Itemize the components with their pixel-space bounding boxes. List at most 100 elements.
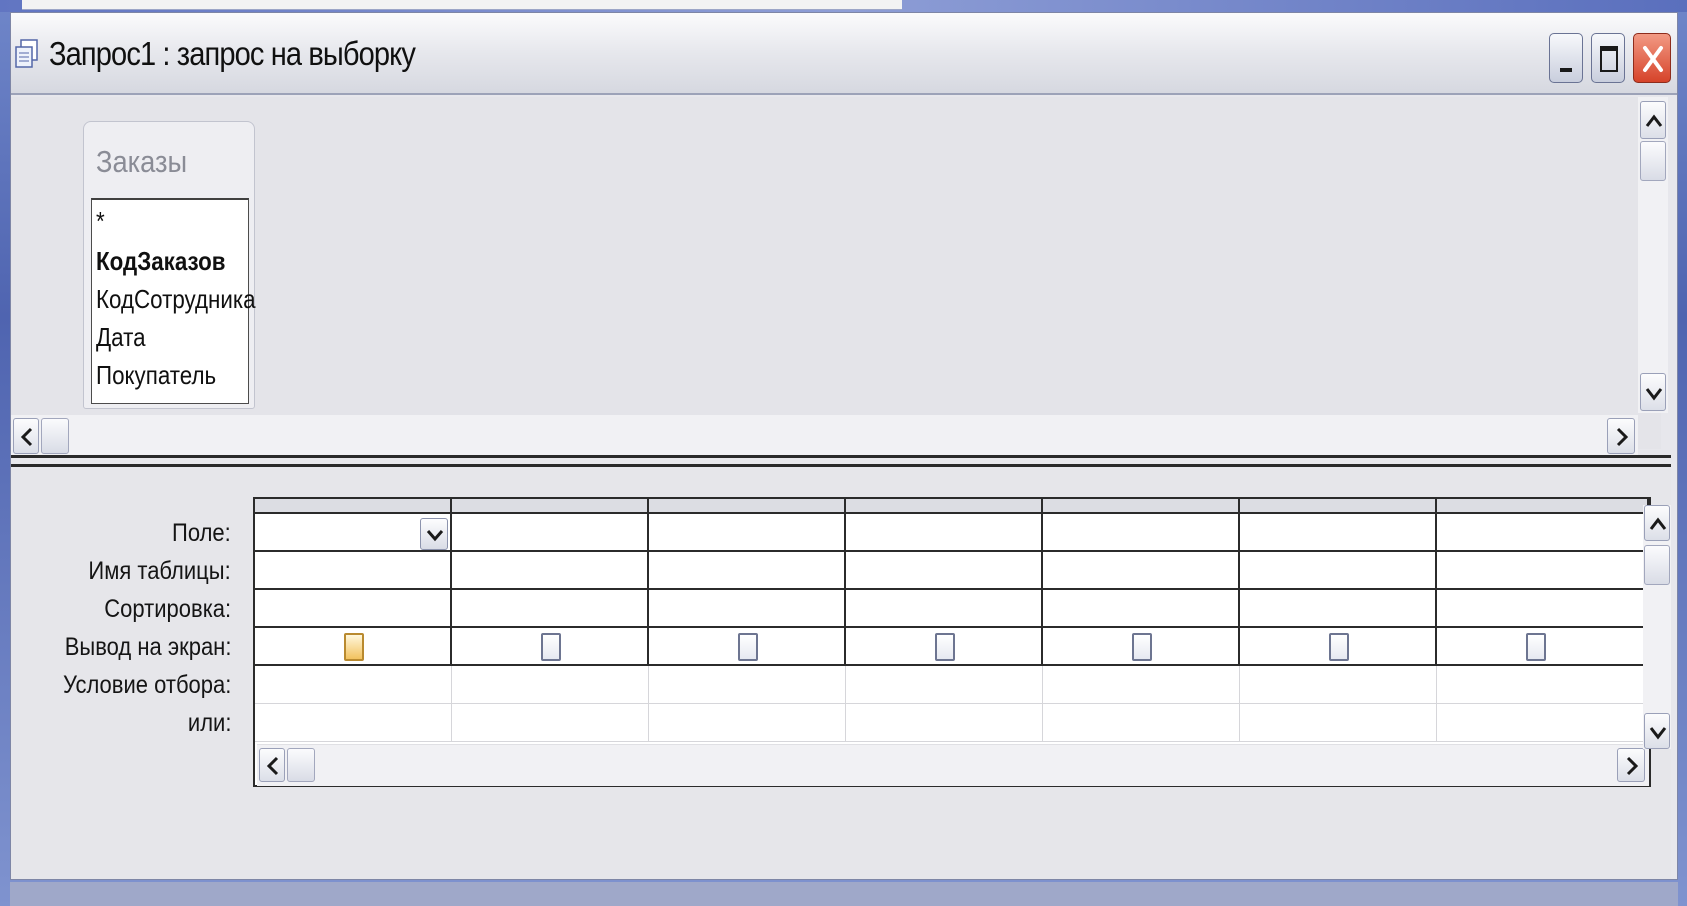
grid-cell-criteria[interactable] <box>255 666 452 704</box>
column-selector[interactable] <box>1437 499 1649 514</box>
column-selector[interactable] <box>1240 499 1437 514</box>
grid-cell-or[interactable] <box>452 704 649 742</box>
row-label-table: Имя таблицы: <box>88 557 231 585</box>
title-bar[interactable]: Запрос1 : запрос на выборку <box>11 13 1677 95</box>
scroll-left-button[interactable] <box>13 418 39 454</box>
grid-cell-table[interactable] <box>649 552 846 590</box>
column-selector[interactable] <box>846 499 1043 514</box>
grid-cell-or[interactable] <box>255 704 452 742</box>
grid-cell-field[interactable] <box>846 514 1043 552</box>
grid-cell-table[interactable] <box>1240 552 1437 590</box>
scroll-right-button[interactable] <box>1607 418 1635 454</box>
grid-cell-sort[interactable] <box>1043 590 1240 628</box>
show-checkbox[interactable] <box>738 633 758 661</box>
pane-splitter[interactable] <box>11 455 1671 467</box>
scroll-thumb[interactable] <box>1644 545 1670 585</box>
grid-cell-sort[interactable] <box>649 590 846 628</box>
scroll-up-button[interactable] <box>1644 505 1670 541</box>
grid-cell-show[interactable] <box>452 628 649 666</box>
grid-cell-criteria[interactable] <box>452 666 649 704</box>
table-name: Заказы <box>96 144 188 179</box>
close-button[interactable] <box>1633 33 1671 83</box>
grid-cell-sort[interactable] <box>255 590 452 628</box>
column-selector[interactable] <box>649 499 846 514</box>
show-checkbox[interactable] <box>1132 633 1152 661</box>
row-label-show: Вывод на экран: <box>64 633 231 661</box>
query-design-grid <box>253 497 1651 787</box>
grid-cell-sort[interactable] <box>452 590 649 628</box>
field-item[interactable]: КодЗаказов <box>96 246 226 277</box>
grid-cell-or[interactable] <box>1437 704 1649 742</box>
scroll-thumb[interactable] <box>1640 141 1666 181</box>
show-checkbox[interactable] <box>1329 633 1349 661</box>
show-checkbox[interactable] <box>935 633 955 661</box>
grid-cell-criteria[interactable] <box>1240 666 1437 704</box>
field-all[interactable]: * <box>96 206 105 237</box>
show-checkbox[interactable] <box>541 633 561 661</box>
grid-cell-show[interactable] <box>1043 628 1240 666</box>
scroll-down-button[interactable] <box>1644 713 1670 749</box>
scroll-right-button[interactable] <box>1617 748 1645 782</box>
scroll-down-button[interactable] <box>1640 373 1666 411</box>
grid-cell-table[interactable] <box>255 552 452 590</box>
grid-cell-or[interactable] <box>1043 704 1240 742</box>
grid-cell-field[interactable] <box>255 514 452 552</box>
field-item[interactable]: Дата <box>96 322 146 353</box>
chevron-down-icon <box>426 530 444 542</box>
field-item[interactable]: КодСотрудника <box>96 284 256 315</box>
grid-cell-criteria[interactable] <box>1437 666 1649 704</box>
show-checkbox[interactable] <box>1526 633 1546 661</box>
window-title: Запрос1 : запрос на выборку <box>49 35 416 72</box>
field-item[interactable]: Покупатель <box>96 360 216 391</box>
field-list[interactable]: * КодЗаказов КодСотрудника Дата Покупате… <box>91 198 256 404</box>
field-dropdown-button[interactable] <box>420 518 448 550</box>
row-label-criteria: Условие отбора: <box>62 671 231 699</box>
maximize-button[interactable] <box>1591 33 1625 83</box>
grid-horizontal-scrollbar[interactable] <box>257 744 1649 786</box>
table-field-list[interactable]: Заказы * КодЗаказов КодСотрудника Дата П… <box>83 121 256 409</box>
grid-cell-field[interactable] <box>1437 514 1649 552</box>
grid-cell-criteria[interactable] <box>846 666 1043 704</box>
close-icon <box>1643 46 1663 72</box>
grid-cell-or[interactable] <box>649 704 846 742</box>
scroll-thumb[interactable] <box>41 418 69 454</box>
scroll-up-button[interactable] <box>1640 101 1666 139</box>
chevron-right-icon <box>1626 756 1639 776</box>
grid-cell-show[interactable] <box>846 628 1043 666</box>
upper-horizontal-scrollbar[interactable] <box>11 415 1638 455</box>
grid-cell-field[interactable] <box>1240 514 1437 552</box>
row-label-field: Поле: <box>172 519 231 547</box>
grid-cell-show[interactable] <box>255 628 452 666</box>
column-selector[interactable] <box>1043 499 1240 514</box>
grid-cell-sort[interactable] <box>1437 590 1649 628</box>
grid-cell-criteria[interactable] <box>1043 666 1240 704</box>
grid-cell-or[interactable] <box>846 704 1043 742</box>
grid-cell-show[interactable] <box>1240 628 1437 666</box>
grid-cell-or[interactable] <box>1240 704 1437 742</box>
chevron-left-icon <box>266 756 279 776</box>
table-pane[interactable]: Заказы * КодЗаказов КодСотрудника Дата П… <box>11 97 1668 455</box>
scroll-thumb[interactable] <box>287 748 315 782</box>
scroll-left-button[interactable] <box>259 748 285 782</box>
grid-cell-table[interactable] <box>846 552 1043 590</box>
chevron-up-icon <box>1649 517 1667 530</box>
grid-cell-table[interactable] <box>452 552 649 590</box>
column-selector[interactable] <box>255 499 452 514</box>
grid-cell-field[interactable] <box>1043 514 1240 552</box>
grid-cell-field[interactable] <box>452 514 649 552</box>
grid-cell-sort[interactable] <box>1240 590 1437 628</box>
grid-cell-show[interactable] <box>1437 628 1649 666</box>
grid-cell-sort[interactable] <box>846 590 1043 628</box>
minimize-button[interactable] <box>1549 33 1583 83</box>
grid-cell-table[interactable] <box>1043 552 1240 590</box>
minimize-icon <box>1560 68 1572 72</box>
chevron-up-icon <box>1645 114 1663 127</box>
grid-vertical-scrollbar[interactable] <box>1643 505 1671 749</box>
grid-cell-criteria[interactable] <box>649 666 846 704</box>
grid-cell-field[interactable] <box>649 514 846 552</box>
grid-cell-show[interactable] <box>649 628 846 666</box>
grid-cell-table[interactable] <box>1437 552 1649 590</box>
column-selector[interactable] <box>452 499 649 514</box>
upper-vertical-scrollbar[interactable] <box>1638 97 1668 413</box>
show-checkbox[interactable] <box>344 633 364 661</box>
